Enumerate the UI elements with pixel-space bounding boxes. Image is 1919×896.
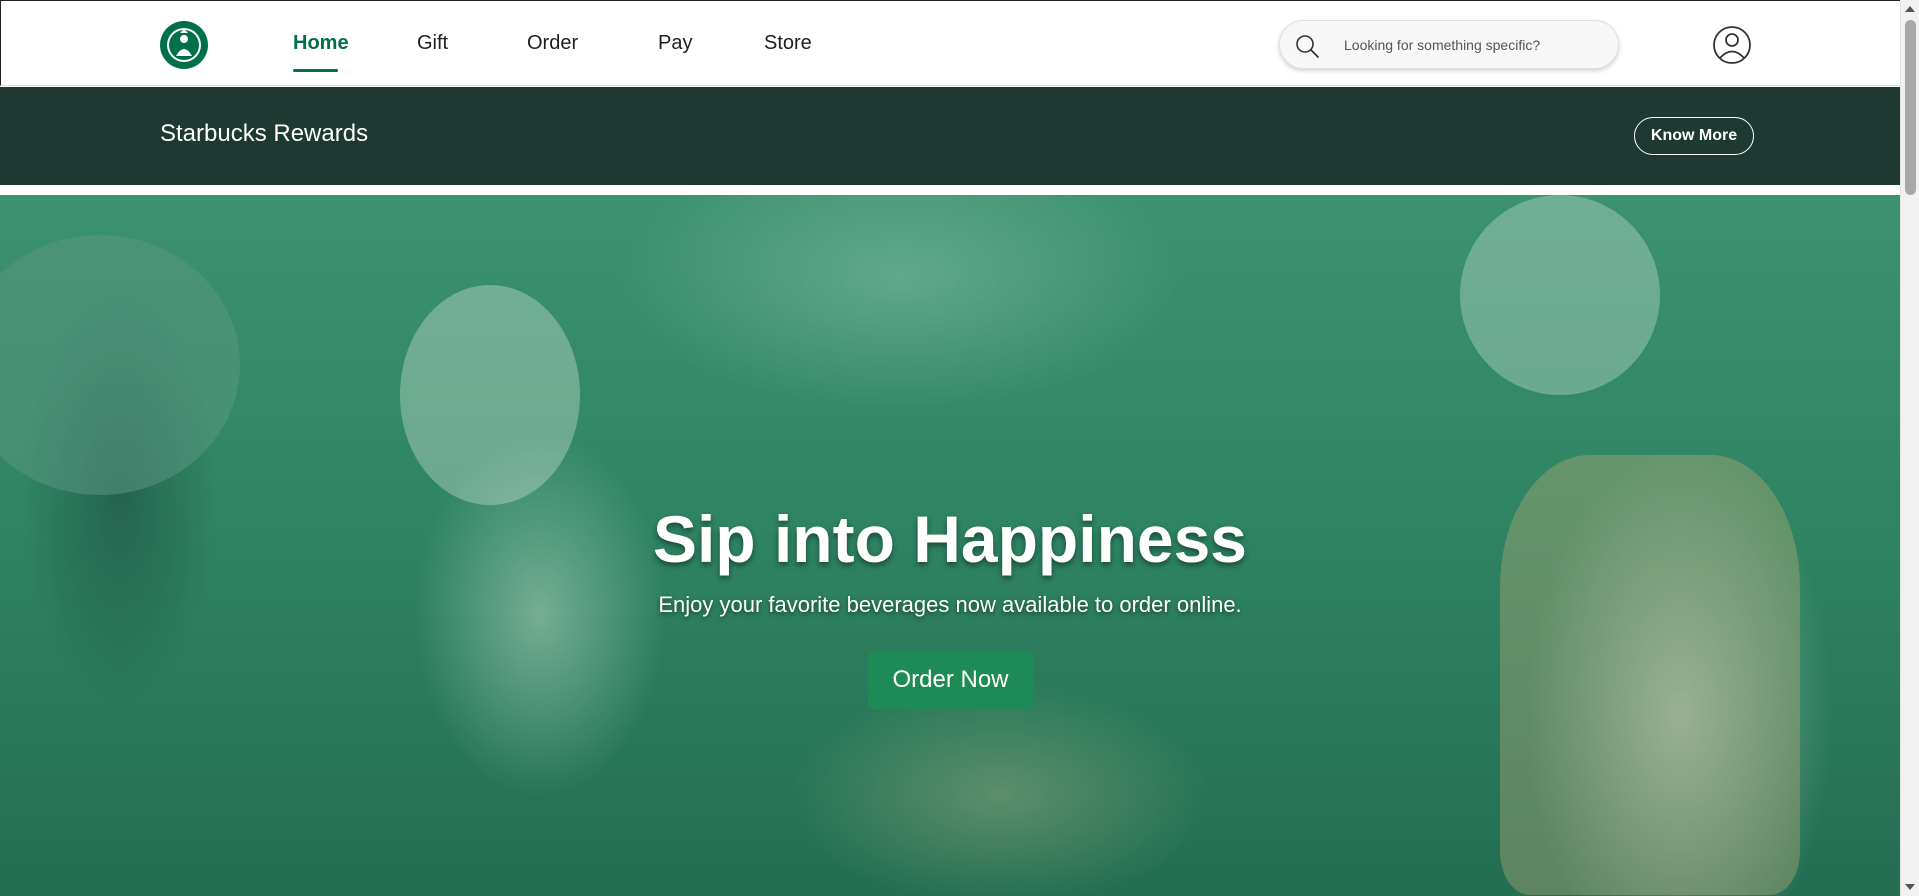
hero-banner: Sip into Happiness Enjoy your favorite b… [0,195,1900,896]
search-icon[interactable] [1294,33,1320,59]
rewards-banner: Starbucks Rewards Know More [0,87,1900,185]
search-input[interactable] [1344,33,1594,57]
rewards-title: Starbucks Rewards [160,120,369,147]
hero-figure-shape [1460,195,1660,395]
nav-pay[interactable]: Pay [658,32,692,55]
search-box[interactable] [1279,20,1619,69]
nav-store[interactable]: Store [764,32,812,55]
user-circle-icon[interactable] [1712,25,1752,65]
page-scrollbar[interactable] [1900,0,1919,896]
scroll-down-arrow-icon[interactable] [1905,884,1915,890]
nav-order[interactable]: Order [527,32,578,55]
active-nav-indicator [293,69,338,72]
know-more-button[interactable]: Know More [1634,117,1754,155]
hero-headline: Sip into Happiness [652,502,1248,576]
nav-gift[interactable]: Gift [417,32,448,55]
nav-home[interactable]: Home [293,32,349,55]
hero-figure-shape [400,285,580,505]
starbucks-logo-icon[interactable] [159,20,209,70]
order-now-button[interactable]: Order Now [868,651,1033,709]
scroll-up-arrow-icon[interactable] [1905,6,1915,12]
scrollbar-thumb[interactable] [1905,20,1916,195]
top-navigation: Home Gift Order Pay Store [0,0,1900,86]
hero-subtext: Enjoy your favorite beverages now availa… [658,592,1242,617]
